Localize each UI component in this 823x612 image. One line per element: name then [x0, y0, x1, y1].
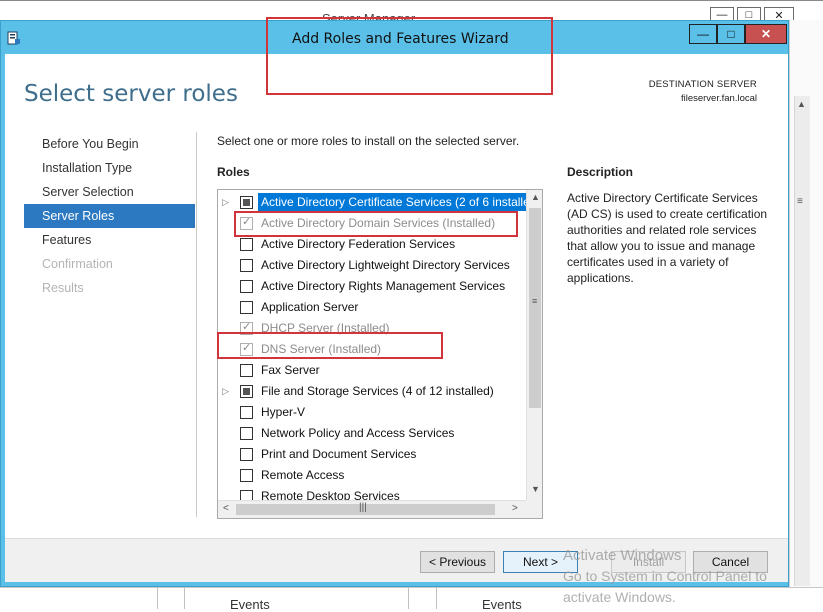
server-manager-events-strip	[0, 587, 823, 609]
roles-list-horizontal-scrollbar[interactable]: < ||| >	[218, 500, 526, 518]
role-row[interactable]: Active Directory Federation Services	[218, 234, 526, 255]
scroll-right-arrow-icon[interactable]: >	[512, 503, 518, 514]
events-heading: Events	[482, 597, 522, 612]
wizard-titlebar[interactable]: Add Roles and Features Wizard — □ ✕	[1, 21, 788, 54]
role-checkbox[interactable]	[240, 301, 253, 314]
previous-button[interactable]: < Previous	[420, 551, 495, 573]
scroll-grip-icon: ≡	[532, 296, 538, 306]
role-row[interactable]: Application Server	[218, 297, 526, 318]
description-heading: Description	[567, 165, 634, 179]
wizard-title: Add Roles and Features Wizard	[292, 31, 509, 47]
role-checkbox[interactable]	[240, 364, 253, 377]
role-row[interactable]: Active Directory Domain Services (Instal…	[218, 213, 526, 234]
role-label: Application Server	[261, 300, 359, 314]
role-label: Print and Document Services	[261, 447, 417, 461]
scrollbar-corner	[526, 500, 542, 518]
role-label: Network Policy and Access Services	[261, 426, 455, 440]
wizard-footer: < Previous Next > Install Cancel	[5, 538, 788, 582]
destination-server-name: fileserver.fan.local	[680, 93, 757, 104]
role-row[interactable]: Network Policy and Access Services	[218, 423, 526, 444]
cancel-button[interactable]: Cancel	[693, 551, 768, 573]
role-label: DHCP Server (Installed)	[261, 321, 390, 335]
scroll-left-arrow-icon[interactable]: <	[223, 503, 229, 514]
nav-step-features[interactable]: Features	[24, 228, 195, 252]
role-label: Active Directory Rights Management Servi…	[261, 279, 506, 293]
role-label: Active Directory Certificate Services (2…	[258, 193, 528, 211]
server-manager-titlebar: Server Manager — □ ✕	[0, 0, 823, 26]
scroll-grip-icon: |||	[359, 502, 367, 513]
nav-divider	[196, 132, 197, 517]
role-label: Hyper-V	[261, 405, 306, 419]
wizard-maximize-button[interactable]: □	[717, 24, 745, 44]
wizard-minimize-button[interactable]: —	[689, 24, 717, 44]
scroll-grip-icon: ≡	[797, 196, 803, 207]
role-row[interactable]: Active Directory Lightweight Directory S…	[218, 255, 526, 276]
wizard-close-button[interactable]: ✕	[745, 24, 787, 44]
divider	[408, 587, 409, 609]
nav-step-before-you-begin[interactable]: Before You Begin	[24, 132, 195, 156]
divider	[157, 587, 158, 609]
role-row[interactable]: Remote Access	[218, 465, 526, 486]
divider	[436, 587, 437, 609]
role-checkbox[interactable]	[240, 427, 253, 440]
role-row[interactable]: Hyper-V	[218, 402, 526, 423]
wizard-step-nav: Before You Begin Installation Type Serve…	[24, 132, 195, 300]
role-label: Active Directory Lightweight Directory S…	[261, 258, 510, 272]
role-checkbox[interactable]	[240, 406, 253, 419]
description-text: Active Directory Certificate Services (A…	[567, 191, 768, 285]
role-label: Remote Access	[261, 468, 345, 482]
role-checkbox	[240, 320, 253, 335]
server-manager-app-icon	[7, 31, 20, 45]
role-row[interactable]: ▷ Active Directory Certificate Services (…	[218, 192, 528, 213]
divider	[184, 587, 185, 609]
install-button: Install	[611, 551, 686, 573]
roles-heading: Roles	[217, 165, 250, 179]
role-row[interactable]: ▷ File and Storage Services (4 of 12 inst…	[218, 381, 526, 402]
role-checkbox[interactable]	[240, 238, 253, 251]
instruction-text: Select one or more roles to install on t…	[217, 134, 520, 148]
roles-list-scroll-thumb[interactable]	[529, 208, 541, 408]
server-manager-scrollbar[interactable]	[794, 96, 810, 586]
destination-server-label: DESTINATION SERVER	[648, 79, 757, 90]
events-heading: Events	[230, 597, 270, 612]
role-label: DNS Server (Installed)	[261, 342, 382, 356]
add-roles-wizard-window: Add Roles and Features Wizard — □ ✕ Sele…	[0, 20, 789, 587]
nav-step-server-selection[interactable]: Server Selection	[24, 180, 195, 204]
role-checkbox[interactable]	[240, 385, 253, 398]
wizard-body: Select server roles DESTINATION SERVER f…	[5, 54, 788, 538]
role-row[interactable]: Print and Document Services	[218, 444, 526, 465]
expand-arrow-icon[interactable]: ▷	[222, 197, 229, 208]
role-row[interactable]: Fax Server	[218, 360, 526, 381]
nav-step-installation-type[interactable]: Installation Type	[24, 156, 195, 180]
scroll-up-arrow-icon[interactable]: ▲	[797, 99, 806, 109]
scroll-down-arrow-icon[interactable]: ▼	[531, 484, 540, 494]
scroll-up-arrow-icon[interactable]: ▲	[531, 192, 540, 202]
role-checkbox[interactable]	[240, 280, 253, 293]
role-label: Active Directory Domain Services (Instal…	[261, 216, 496, 230]
role-label: Active Directory Federation Services	[261, 237, 456, 251]
page-title: Select server roles	[24, 81, 238, 107]
nav-step-results: Results	[42, 281, 84, 295]
role-checkbox[interactable]	[240, 448, 253, 461]
roles-list: ▷ Active Directory Certificate Services (…	[217, 189, 543, 519]
nav-step-server-roles[interactable]: Server Roles	[24, 204, 195, 228]
role-checkbox[interactable]	[240, 469, 253, 482]
role-row[interactable]: Active Directory Rights Management Servi…	[218, 276, 526, 297]
role-checkbox[interactable]	[240, 196, 253, 209]
role-checkbox[interactable]	[240, 259, 253, 272]
role-checkbox	[240, 215, 253, 230]
nav-step-confirmation: Confirmation	[42, 257, 113, 271]
role-label: File and Storage Services (4 of 12 insta…	[261, 384, 494, 398]
role-row[interactable]: DNS Server (Installed)	[218, 339, 526, 360]
expand-arrow-icon[interactable]: ▷	[222, 386, 229, 397]
roles-list-vertical-scrollbar[interactable]: ▲ ≡ ▼	[526, 190, 542, 500]
role-label: Fax Server	[261, 363, 320, 377]
role-row[interactable]: DHCP Server (Installed)	[218, 318, 526, 339]
role-checkbox	[240, 341, 253, 356]
next-button[interactable]: Next >	[503, 551, 578, 573]
